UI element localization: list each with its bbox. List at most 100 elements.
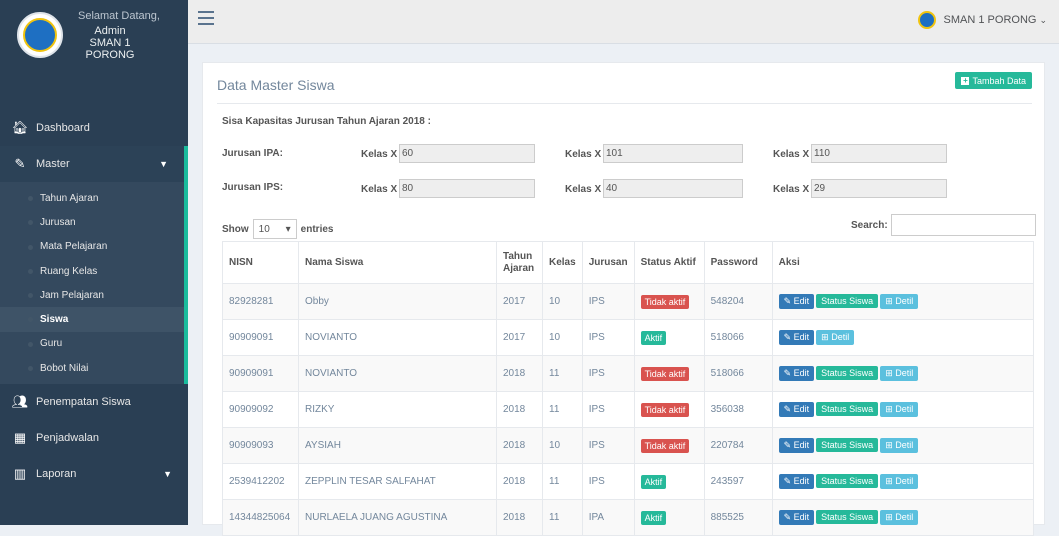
sidebar-subitem-jurusan[interactable]: Jurusan xyxy=(0,210,184,234)
edit-button[interactable]: ✎ Edit xyxy=(778,438,815,453)
user-dropdown[interactable]: SMAN 1 PORONG ⌄ xyxy=(917,11,1047,29)
column-header[interactable]: Password xyxy=(703,241,773,284)
detil-label: Detil xyxy=(895,440,914,450)
sidebar-subitem-ruang-kelas[interactable]: Ruang Kelas xyxy=(0,259,184,283)
sidebar-item-penempatan-siswa[interactable]: 👥︎ Penempatan Siswa xyxy=(0,384,188,420)
master-submenu: Tahun Ajaran Jurusan Mata Pelajaran Ruan… xyxy=(0,182,188,385)
add-data-button[interactable]: + Tambah Data xyxy=(955,72,1032,89)
detil-label: Detil xyxy=(831,332,850,342)
sidebar-subitem-siswa[interactable]: Siswa xyxy=(0,307,184,332)
detil-button[interactable]: ⊞ Detil xyxy=(880,474,919,489)
sidebar-subitem-guru[interactable]: Guru xyxy=(0,332,184,356)
column-header[interactable]: Status Aktif xyxy=(633,241,705,284)
menu-toggle-icon[interactable] xyxy=(198,11,214,25)
status-cell: Tidak aktif xyxy=(633,391,705,428)
jurusan-cell: IPS xyxy=(581,391,635,428)
status-siswa-button[interactable]: Status Siswa xyxy=(816,474,879,488)
status-siswa-button[interactable]: Status Siswa xyxy=(816,510,879,524)
search-input[interactable] xyxy=(890,214,1036,236)
sidebar-item-label: Penjadwalan xyxy=(36,432,99,445)
kelas-label: Kelas X xyxy=(773,184,810,195)
edit-button[interactable]: ✎ Edit xyxy=(778,402,815,417)
aksi-cell: ✎ Edit Status Siswa ⊞ Detil xyxy=(771,427,1035,464)
pencil-icon: ✎ xyxy=(783,368,794,378)
chevron-down-icon: ⌄ xyxy=(1039,14,1047,25)
status-siswa-button[interactable]: Status Siswa xyxy=(816,366,879,380)
sidebar-subitem-mata-pelajaran[interactable]: Mata Pelajaran xyxy=(0,235,184,259)
table-header-row: NISN Nama Siswa Tahun Ajaran Kelas Jurus… xyxy=(222,241,1035,284)
user-dropdown-label: SMAN 1 PORONG xyxy=(943,14,1037,26)
edit-button[interactable]: ✎ Edit xyxy=(778,366,815,381)
edit-button[interactable]: ✎ Edit xyxy=(778,330,815,345)
nama-cell: NURLAELA JUANG AGUSTINA xyxy=(298,499,497,536)
tahun-cell: 2017 xyxy=(496,319,543,356)
password-cell: 518066 xyxy=(703,355,773,392)
detil-label: Detil xyxy=(895,512,914,522)
aksi-cell: ✎ Edit Status Siswa ⊞ Detil xyxy=(771,391,1035,428)
sidebar-item-label: Dashboard xyxy=(36,122,90,134)
ipa-capacity-1: 60 xyxy=(399,144,535,163)
detil-label: Detil xyxy=(895,404,914,414)
detil-button[interactable]: ⊞ Detil xyxy=(816,330,855,345)
detil-button[interactable]: ⊞ Detil xyxy=(880,402,919,417)
detil-button[interactable]: ⊞ Detil xyxy=(880,510,919,525)
kelas-label: Kelas X xyxy=(565,149,602,160)
column-header[interactable]: Tahun Ajaran xyxy=(496,241,543,284)
home-icon: 🏠︎ xyxy=(11,120,29,135)
jurusan-cell: IPS xyxy=(581,319,635,356)
status-siswa-button[interactable]: Status Siswa xyxy=(816,294,879,308)
sidebar-item-laporan[interactable]: ▥ Laporan ▼ xyxy=(0,456,188,492)
jurusan-ipa-label: Jurusan IPA: xyxy=(222,148,283,159)
nama-cell: ZEPPLIN TESAR SALFAHAT xyxy=(298,463,497,500)
column-header[interactable]: Kelas xyxy=(542,241,583,284)
detil-label: Detil xyxy=(895,368,914,378)
bar-chart-icon: ▥ xyxy=(13,466,27,482)
jurusan-cell: IPS xyxy=(581,283,635,320)
entries-select[interactable]: 10 ▾ xyxy=(252,219,297,239)
status-badge: Aktif xyxy=(640,474,667,489)
sidebar-item-penjadwalan[interactable]: ▦ Penjadwalan xyxy=(0,420,188,456)
edit-button[interactable]: ✎ Edit xyxy=(778,474,815,489)
status-siswa-button[interactable]: Status Siswa xyxy=(816,402,879,416)
status-cell: Tidak aktif xyxy=(633,427,705,464)
profile-name: Admin SMAN 1 PORONG xyxy=(78,25,158,61)
sidebar-item-master[interactable]: ✎ Master ▼ xyxy=(0,146,188,182)
nisn-cell: 14344825064 xyxy=(222,499,299,536)
aksi-cell: ✎ Edit Status Siswa ⊞ Detil xyxy=(771,283,1035,320)
detail-icon: ⊞ xyxy=(885,440,896,450)
status-badge: Tidak aktif xyxy=(640,402,690,417)
sidebar-subitem-jam-pelajaran[interactable]: Jam Pelajaran xyxy=(0,283,184,307)
edit-button[interactable]: ✎ Edit xyxy=(778,510,815,525)
table-row: 90909091 NOVIANTO 2017 10 IPS Aktif 518066 ✎ Ed… xyxy=(222,319,1035,356)
plus-icon: + xyxy=(961,75,970,85)
column-header[interactable]: Jurusan xyxy=(581,241,635,284)
password-cell: 548204 xyxy=(703,283,773,320)
status-siswa-button[interactable]: Status Siswa xyxy=(816,438,879,452)
status-cell: Tidak aktif xyxy=(633,283,705,320)
welcome-text: Selamat Datang, xyxy=(78,10,160,22)
column-header[interactable]: Nama Siswa xyxy=(298,241,497,284)
detil-button[interactable]: ⊞ Detil xyxy=(880,294,919,309)
password-cell: 885525 xyxy=(703,499,773,536)
profile: Selamat Datang, Admin SMAN 1 PORONG xyxy=(0,0,188,100)
sidebar-subitem-tahun-ajaran[interactable]: Tahun Ajaran xyxy=(0,186,184,210)
nama-cell: Obby xyxy=(298,283,497,320)
top-navbar: SMAN 1 PORONG ⌄ xyxy=(188,0,1059,44)
pencil-icon: ✎ xyxy=(783,512,794,522)
password-cell: 220784 xyxy=(703,427,773,464)
edit-button[interactable]: ✎ Edit xyxy=(778,294,815,309)
sidebar-subitem-bobot-nilai[interactable]: Bobot Nilai xyxy=(0,356,184,380)
edit-label: Edit xyxy=(793,512,810,522)
detil-button[interactable]: ⊞ Detil xyxy=(880,366,919,381)
edit-label: Edit xyxy=(793,296,810,306)
detil-button[interactable]: ⊞ Detil xyxy=(880,438,919,453)
sidebar-item-dashboard[interactable]: 🏠︎ Dashboard xyxy=(0,110,188,146)
column-header[interactable]: NISN xyxy=(222,241,299,284)
detail-icon: ⊞ xyxy=(885,368,896,378)
kelas-cell: 11 xyxy=(542,463,583,500)
column-header[interactable]: Aksi xyxy=(771,241,1035,284)
nama-cell: RIZKY xyxy=(298,391,497,428)
aksi-cell: ✎ Edit Status Siswa ⊞ Detil xyxy=(771,499,1035,536)
aksi-cell: ✎ Edit Status Siswa ⊞ Detil xyxy=(771,355,1035,392)
status-cell: Aktif xyxy=(633,319,705,356)
